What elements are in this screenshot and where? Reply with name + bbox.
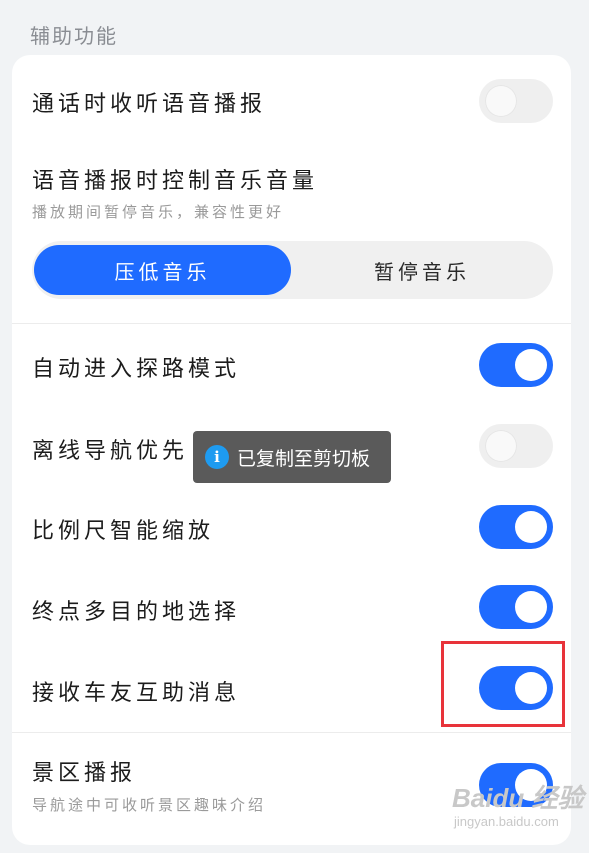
offline-nav-toggle[interactable] — [479, 424, 553, 468]
setting-label: 自动进入探路模式 — [32, 357, 241, 382]
section-title: 辅助功能 — [30, 24, 118, 48]
setting-subtitle: 播放期间暂停音乐，兼容性更好 — [32, 203, 285, 221]
watermark-url: jingyan.baidu.com — [454, 814, 559, 829]
setting-label: 通话时收听语音播报 — [32, 92, 267, 117]
setting-label: 接收车友互助消息 — [32, 681, 241, 706]
watermark-logo: Baidu 经验 — [452, 783, 584, 813]
setting-label: 离线导航优先 — [32, 439, 189, 464]
setting-smart-scale: 比例尺智能缩放 — [12, 485, 571, 565]
toast-text: 已复制至剪切板 — [237, 447, 371, 470]
toggle-knob — [485, 430, 517, 462]
setting-auto-explore: 自动进入探路模式 — [12, 324, 571, 404]
option-pause-music[interactable]: 暂停音乐 — [291, 245, 553, 295]
toggle-knob — [485, 85, 517, 117]
setting-label: 景区播报 — [32, 761, 137, 786]
setting-call-broadcast: 通话时收听语音播报 — [12, 55, 571, 145]
option-lower-music[interactable]: 压低音乐 — [34, 245, 291, 295]
setting-label: 终点多目的地选择 — [32, 600, 241, 625]
toggle-knob — [515, 511, 547, 543]
auto-explore-toggle[interactable] — [479, 343, 553, 387]
smart-scale-toggle[interactable] — [479, 505, 553, 549]
multi-destination-toggle[interactable] — [479, 585, 553, 629]
call-broadcast-toggle[interactable] — [479, 79, 553, 123]
copied-toast: i 已复制至剪切板 — [193, 431, 391, 483]
info-icon: i — [205, 445, 229, 469]
setting-subtitle: 导航途中可收听景区趣味介绍 — [32, 796, 267, 814]
toggle-knob — [515, 349, 547, 381]
music-volume-segmented-control: 压低音乐 暂停音乐 — [32, 241, 553, 299]
setting-label: 比例尺智能缩放 — [32, 519, 215, 544]
setting-label: 语音播报时控制音乐音量 — [32, 169, 319, 194]
toggle-knob — [515, 591, 547, 623]
watermark: Baidu 经验 jingyan.baidu.com — [452, 778, 584, 838]
setting-multi-destination: 终点多目的地选择 — [12, 566, 571, 646]
highlight-box — [441, 641, 565, 727]
